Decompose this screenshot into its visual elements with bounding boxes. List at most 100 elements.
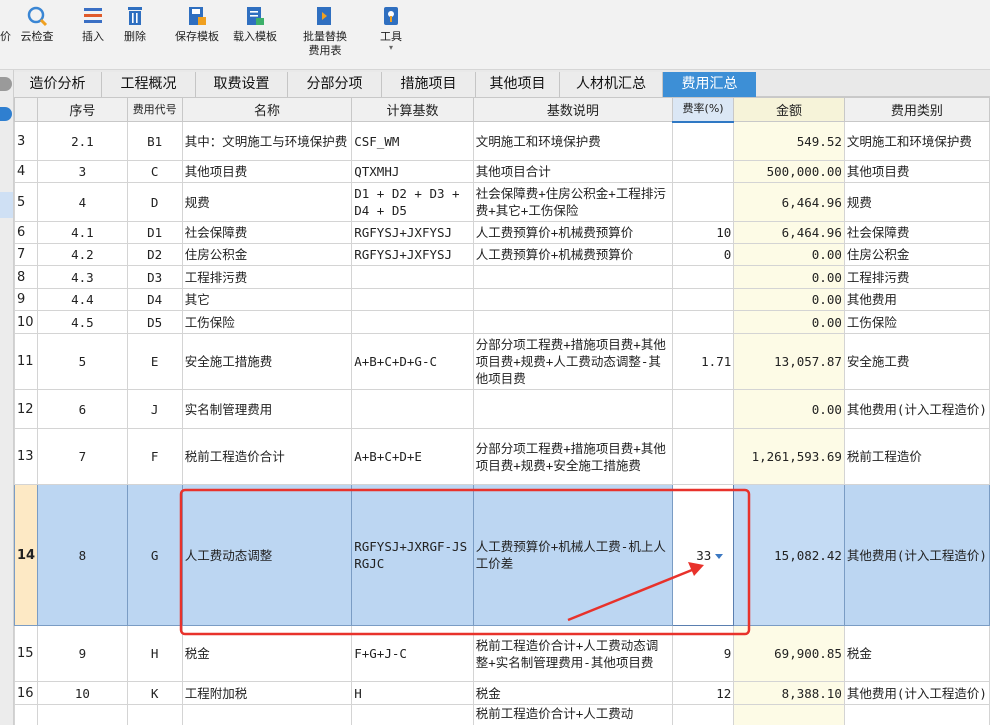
desc-cell[interactable] [472,389,673,429]
rate-cell[interactable] [671,182,735,222]
name-cell[interactable]: 工伤保险 [181,310,353,334]
seq-cell[interactable]: 5 [37,333,128,390]
rate-editor[interactable]: 33 [671,484,735,626]
seq-cell[interactable]: 2.1 [37,121,128,161]
rate-cell[interactable]: 1.71 [671,333,735,390]
category-cell[interactable]: 其他费用(计入工程造价) [843,681,990,705]
seq-cell[interactable]: 10 [37,681,128,705]
seq-cell[interactable]: 4.3 [37,265,128,289]
code-cell[interactable]: D3 [126,265,183,289]
table-row[interactable]: 税前工程造价合计+人工费动 [14,704,990,725]
code-cell[interactable]: D2 [126,243,183,266]
code-cell[interactable]: K [126,681,183,705]
category-cell[interactable]: 其他项目费 [843,160,990,183]
desc-cell[interactable]: 分部分项工程费+措施项目费+其他项目费+规费+人工费动态调整-其他项目费 [472,333,673,390]
category-cell[interactable]: 其他费用(计入工程造价) [843,484,990,626]
rate-cell[interactable] [671,265,735,289]
code-cell[interactable]: F [126,428,183,485]
desc-cell[interactable]: 分部分项工程费+措施项目费+其他项目费+规费+安全施工措施费 [472,428,673,485]
name-cell[interactable]: 人工费动态调整 [181,484,353,626]
tab-project-overview[interactable]: 工程概况 [102,72,196,97]
name-cell[interactable]: 住房公积金 [181,243,353,266]
name-cell[interactable]: 其他项目费 [181,160,353,183]
table-row[interactable]: 15 9 H 税金 F+G+J-C 税前工程造价合计+人工费动态调整+实名制管理… [14,625,990,682]
desc-cell[interactable]: 税金 [472,681,673,705]
desc-cell[interactable]: 其他项目合计 [472,160,673,183]
table-row[interactable]: 16 10 K 工程附加税 H 税金 12 8,388.10 其他费用(计入工程… [14,681,990,705]
column-header-amount[interactable]: 金额 [733,97,845,122]
code-cell[interactable]: D5 [126,310,183,334]
desc-cell[interactable]: 税前工程造价合计+人工费动态调整+实名制管理费用-其他项目费 [472,625,673,682]
name-cell[interactable]: 工程排污费 [181,265,353,289]
column-header-category[interactable]: 费用类别 [843,97,990,122]
delete-button[interactable]: 删除 [119,4,151,66]
price-button[interactable]: 价 [0,4,12,66]
code-cell[interactable]: D [126,182,183,222]
tab-fee-summary[interactable]: 费用汇总 [663,72,756,97]
seq-cell[interactable]: 6 [37,389,128,429]
table-row[interactable]: 5 4 D 规费 D1 + D2 + D3 + D4 + D5 社会保障费+住房… [14,182,990,222]
desc-cell[interactable]: 文明施工和环境保护费 [472,121,673,161]
base-cell[interactable]: CSF_WM [351,121,474,161]
category-cell[interactable]: 文明施工和环境保护费 [843,121,990,161]
seq-cell[interactable]: 4.1 [37,221,128,244]
base-cell[interactable]: A+B+C+D+E [351,428,474,485]
tools-button[interactable]: 工具 ▾ [375,4,407,66]
rate-cell[interactable]: 0 [671,243,735,266]
rate-cell[interactable] [671,704,735,725]
desc-cell[interactable]: 人工费预算价+机械费预算价 [472,221,673,244]
base-cell[interactable]: RGFYSJ+JXFYSJ [351,221,474,244]
rate-cell[interactable] [671,389,735,429]
column-header-code[interactable]: 费用代号 [126,97,183,122]
table-row[interactable]: 7 4.2 D2 住房公积金 RGFYSJ+JXFYSJ 人工费预算价+机械费预… [14,243,990,266]
rate-cell[interactable] [671,428,735,485]
name-cell[interactable]: 规费 [181,182,353,222]
rate-cell[interactable]: 10 [671,221,735,244]
category-cell[interactable]: 工伤保险 [843,310,990,334]
code-cell[interactable]: B1 [126,121,183,161]
rate-cell[interactable] [671,121,735,161]
name-cell[interactable]: 其中：文明施工与环境保护费 [181,121,353,161]
nav-handle-icon[interactable] [0,107,12,121]
name-cell[interactable]: 实名制管理费用 [181,389,353,429]
desc-cell[interactable] [472,288,673,311]
name-cell[interactable]: 工程附加税 [181,681,353,705]
rate-cell[interactable] [671,288,735,311]
base-cell[interactable]: RGFYSJ+JXRGF-JSRGJC [351,484,474,626]
code-cell[interactable]: D4 [126,288,183,311]
base-cell[interactable]: QTXMHJ [351,160,474,183]
table-row[interactable]: 13 7 F 税前工程造价合计 A+B+C+D+E 分部分项工程费+措施项目费+… [14,428,990,485]
code-cell[interactable]: D1 [126,221,183,244]
rate-cell[interactable]: 12 [671,681,735,705]
category-cell[interactable]: 税前工程造价 [843,428,990,485]
column-header-desc[interactable]: 基数说明 [472,97,673,122]
tab-other-items[interactable]: 其他项目 [476,72,560,97]
category-cell[interactable]: 规费 [843,182,990,222]
table-row[interactable]: 6 4.1 D1 社会保障费 RGFYSJ+JXFYSJ 人工费预算价+机械费预… [14,221,990,244]
base-cell[interactable]: D1 + D2 + D3 + D4 + D5 [351,182,474,222]
save-template-button[interactable]: 保存模板 [171,4,223,66]
base-cell[interactable] [351,704,474,725]
category-cell[interactable]: 其他费用 [843,288,990,311]
base-cell[interactable]: A+B+C+D+G-C [351,333,474,390]
base-cell[interactable] [351,310,474,334]
seq-cell[interactable]: 4.2 [37,243,128,266]
tab-sub-items[interactable]: 分部分项 [288,72,382,97]
code-cell[interactable]: E [126,333,183,390]
code-cell[interactable]: H [126,625,183,682]
column-header-base[interactable]: 计算基数 [351,97,474,122]
base-cell[interactable]: F+G+J-C [351,625,474,682]
seq-cell[interactable]: 7 [37,428,128,485]
code-cell[interactable]: J [126,389,183,429]
table-row[interactable]: 10 4.5 D5 工伤保险 0.00 工伤保险 [14,310,990,334]
column-header-name[interactable]: 名称 [181,97,353,122]
desc-cell[interactable]: 人工费预算价+机械人工费-机上人工价差 [472,484,673,626]
name-cell[interactable]: 安全施工措施费 [181,333,353,390]
rate-dropdown-arrow-icon[interactable] [715,553,724,559]
rate-cell[interactable]: 9 [671,625,735,682]
name-cell[interactable] [181,704,353,725]
code-cell[interactable] [126,704,183,725]
category-cell[interactable]: 社会保障费 [843,221,990,244]
batch-replace-button[interactable]: 批量替换 费用表 [298,4,352,66]
table-row[interactable]: 8 4.3 D3 工程排污费 0.00 工程排污费 [14,265,990,289]
